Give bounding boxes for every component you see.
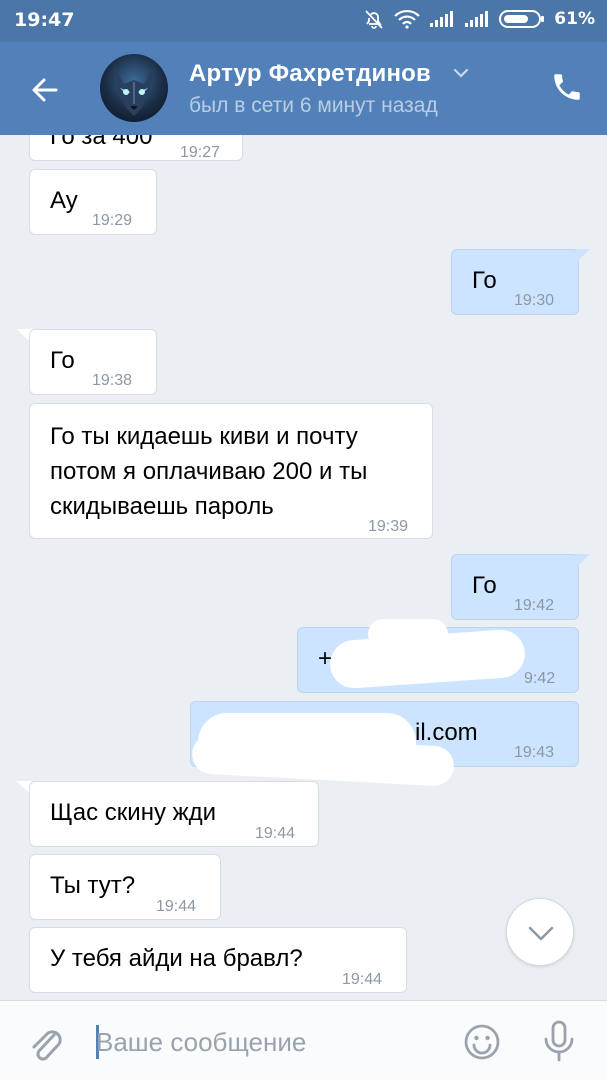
contact-status: был в сети 6 минут назад [189, 94, 438, 117]
message-bubble-incoming[interactable]: Го ты кидаешь киви и почту потом я оплач… [29, 403, 433, 539]
message-text: Щас скину жди [50, 799, 217, 826]
scroll-to-bottom-button[interactable] [506, 898, 574, 966]
message-time: 19:29 [92, 212, 133, 229]
back-button[interactable] [26, 70, 66, 110]
message-time: 19:30 [514, 292, 555, 309]
call-button[interactable] [550, 70, 584, 104]
chevron-down-icon[interactable] [452, 67, 470, 79]
mute-icon [363, 8, 385, 30]
message-time: 19:44 [342, 971, 383, 988]
message-text: Го [50, 347, 75, 374]
message-text: Ау [50, 187, 78, 214]
message-text: Ты тут? [50, 872, 136, 899]
bubble-tail [576, 249, 590, 263]
battery-percent: 61% [554, 9, 595, 29]
smile-icon [464, 1024, 500, 1060]
message-text-line: потом я оплачиваю 200 и ты [50, 458, 368, 485]
message-bubble-incoming[interactable]: Ау 19:29 [29, 169, 157, 235]
contact-name[interactable]: Артур Фахретдинов [189, 60, 431, 88]
message-input[interactable] [96, 1023, 446, 1061]
message-time: 19:44 [255, 825, 296, 842]
message-time: 19:27 [180, 144, 221, 161]
message-bubble-incoming[interactable]: Щас скину жди 19:44 [29, 781, 319, 847]
message-time: 19:42 [514, 597, 555, 614]
message-text: Го [472, 267, 497, 294]
message-composer [0, 1000, 607, 1080]
message-bubble-incoming[interactable]: Го за 400 19:27 [29, 135, 243, 161]
attach-button[interactable] [26, 1021, 66, 1065]
message-time: 19:44 [156, 898, 197, 915]
message-list[interactable]: Го за 400 19:27 Ау 19:29 Го 19:30 Го 19:… [0, 135, 607, 1001]
chevron-down-icon [528, 926, 554, 941]
signal-icon [464, 10, 490, 28]
message-text-line: скидываешь пароль [50, 493, 274, 520]
message-time: 19:39 [368, 518, 409, 535]
message-bubble-outgoing[interactable]: Го 19:42 [451, 554, 579, 620]
status-time: 19:47 [14, 9, 75, 31]
message-text: У тебя айди на бравл? [50, 945, 303, 972]
battery-icon [499, 9, 545, 29]
message-time: 19:38 [92, 372, 133, 389]
message-bubble-outgoing[interactable]: Го 19:30 [451, 249, 579, 315]
redaction-scribble [368, 619, 448, 649]
message-text-line: Го ты кидаешь киви и почту [50, 423, 358, 450]
wifi-icon [394, 9, 421, 29]
bubble-tail [576, 554, 590, 568]
message-text: Го [472, 572, 497, 599]
message-bubble-incoming[interactable]: У тебя айди на бравл? 19:44 [29, 927, 407, 993]
avatar[interactable] [100, 54, 168, 122]
message-bubble-incoming[interactable]: Ты тут? 19:44 [29, 854, 221, 920]
message-time: 19:43 [514, 744, 555, 761]
arrow-left-icon [32, 78, 58, 102]
status-bar: 19:47 61% [0, 0, 607, 42]
signal-icon [429, 10, 455, 28]
message-bubble-incoming[interactable]: Го 19:38 [29, 329, 157, 395]
microphone-icon [544, 1020, 574, 1062]
phone-icon [554, 74, 580, 100]
voice-message-button[interactable] [542, 1019, 576, 1063]
emoji-button[interactable] [463, 1023, 501, 1061]
message-time: 9:42 [524, 670, 556, 687]
paperclip-icon [32, 1030, 62, 1061]
message-text: Го за 400 [50, 135, 153, 150]
chat-header: Артур Фахретдинов был в сети 6 минут наз… [0, 42, 607, 135]
wolf-avatar-image [114, 66, 154, 116]
